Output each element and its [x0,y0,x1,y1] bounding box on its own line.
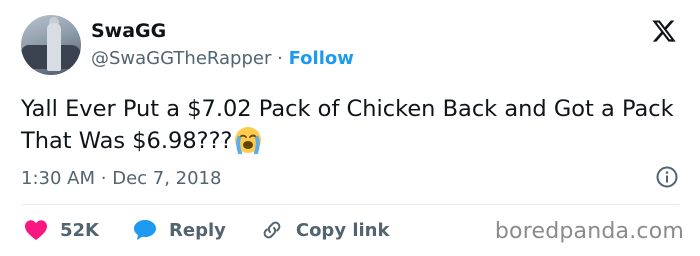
author-display-name[interactable]: SwaGG [91,20,166,42]
action-bar: 52K Reply Copy link [24,217,423,243]
copy-link-button[interactable]: Copy link [260,218,390,242]
reply-button[interactable]: Reply [133,219,226,241]
link-icon [263,221,281,239]
tweet-time: 1:30 AM [21,168,95,189]
avatar-person-shape [47,23,61,71]
tweet-date: Dec 7, 2018 [112,168,222,189]
tweet-body: Yall Ever Put a $7.02 Pack of Chicken Ba… [21,96,674,154]
handle-separator: · [277,48,283,69]
divider [21,204,679,205]
avatar[interactable] [21,15,81,75]
like-count: 52K [60,219,99,241]
tweet-text: Yall Ever Put a $7.02 Pack of Chicken Ba… [21,93,691,157]
speech-bubble-icon [134,220,156,240]
copy-link-label: Copy link [295,219,390,241]
heart-icon [25,220,47,240]
reply-label: Reply [169,219,226,241]
timestamp-separator: · [100,168,107,189]
loudly-crying-face-icon [235,127,262,154]
watermark: boredpanda.com [494,219,684,244]
author-handle-row: @SwaGGTheRapper · Follow [91,48,354,69]
like-button[interactable]: 52K [24,219,99,241]
follow-button[interactable]: Follow [289,48,354,69]
info-icon[interactable] [655,165,679,189]
x-logo-icon[interactable] [651,18,677,44]
tweet-timestamp[interactable]: 1:30 AM · Dec 7, 2018 [21,168,221,189]
author-handle[interactable]: @SwaGGTheRapper [91,48,271,69]
